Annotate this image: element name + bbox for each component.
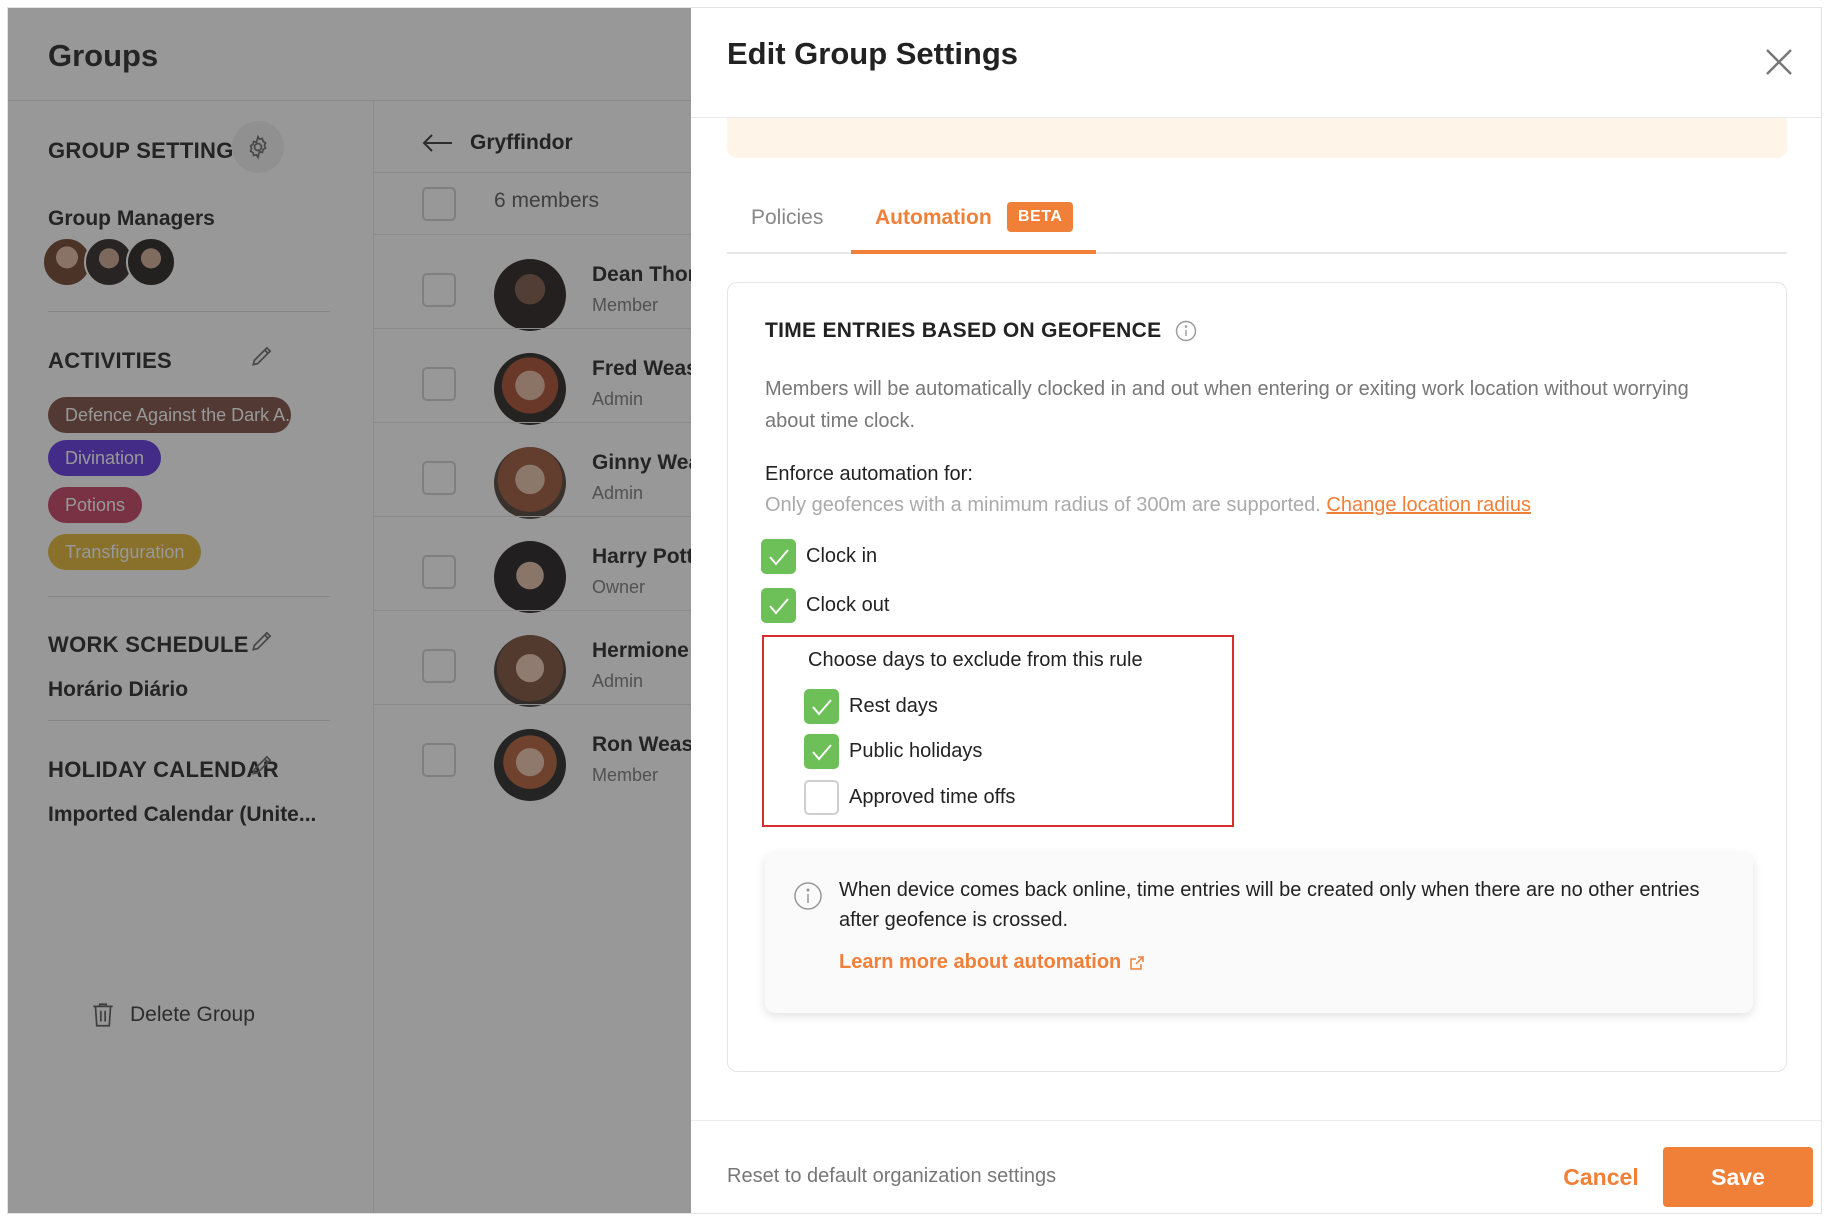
groups-app: Groups GROUP SETTINGS Group Managers ACT… [8,8,1821,1213]
offline-info-text: When device comes back online, time entr… [839,879,1700,931]
geofence-description: Members will be automatically clocked in… [765,378,1689,432]
edit-group-settings-drawer: Edit Group Settings Policies Automation … [691,8,1821,1213]
exclude-days-title: Choose days to exclude from this rule [808,649,1143,671]
settings-tabs: Policies Automation BETA [727,198,1787,254]
app-window: Groups GROUP SETTINGS Group Managers ACT… [7,7,1822,1214]
tab-policies[interactable]: Policies [751,206,823,230]
approved-time-offs-label: Approved time offs [849,786,1016,808]
approved-time-offs-option[interactable]: Approved time offs [804,780,1015,815]
save-button[interactable]: Save [1663,1147,1813,1207]
clock-out-label: Clock out [806,594,890,616]
public-holidays-label: Public holidays [849,740,983,762]
clock-out-checkbox[interactable] [761,588,796,623]
tab-automation-label: Automation [875,206,992,229]
public-holidays-checkbox[interactable] [804,734,839,769]
checkmark-icon [811,743,832,761]
checkmark-icon [811,698,832,716]
geofence-card: TIME ENTRIES BASED ON GEOFENCE Members w… [727,282,1787,1072]
change-location-radius-link[interactable]: Change location radius [1326,494,1531,516]
learn-more-label: Learn more about automation [839,951,1122,973]
drawer-header: Edit Group Settings [691,8,1821,118]
drawer-title: Edit Group Settings [727,36,1019,71]
clock-out-option[interactable]: Clock out [761,588,889,623]
tab-automation[interactable]: Automation BETA [851,198,1096,254]
clock-in-option[interactable]: Clock in [761,539,877,574]
learn-more-automation-link[interactable]: Learn more about automation [839,951,1145,974]
cancel-button[interactable]: Cancel [1551,1147,1651,1207]
rest-days-label: Rest days [849,695,938,717]
geofence-title-row: TIME ENTRIES BASED ON GEOFENCE [765,319,1197,343]
clock-in-label: Clock in [806,545,878,567]
external-link-icon [1130,955,1144,970]
drawer-footer: Reset to default organization settings C… [691,1120,1821,1213]
checkmark-icon [768,548,789,566]
geofence-title: TIME ENTRIES BASED ON GEOFENCE [765,319,1162,342]
radius-note-text: Only geofences with a minimum radius of … [765,494,1321,516]
enforce-label: Enforce automation for: [765,463,973,485]
checkmark-icon [768,597,789,615]
notice-banner [727,118,1787,158]
beta-badge: BETA [1007,202,1074,232]
close-button[interactable] [1761,44,1797,80]
clock-in-checkbox[interactable] [761,539,796,574]
rest-days-option[interactable]: Rest days [804,689,938,724]
info-icon[interactable] [1175,320,1197,342]
public-holidays-option[interactable]: Public holidays [804,734,982,769]
close-icon [1766,49,1792,75]
exclude-days-group: Choose days to exclude from this rule Re… [762,635,1234,827]
info-icon [794,882,822,910]
reset-default-settings-link[interactable]: Reset to default organization settings [727,1165,1056,1188]
approved-time-offs-checkbox[interactable] [804,780,839,815]
modal-backdrop[interactable] [8,8,691,1213]
radius-note: Only geofences with a minimum radius of … [765,494,1531,517]
rest-days-checkbox[interactable] [804,689,839,724]
offline-info-box: When device comes back online, time entr… [765,853,1753,1013]
